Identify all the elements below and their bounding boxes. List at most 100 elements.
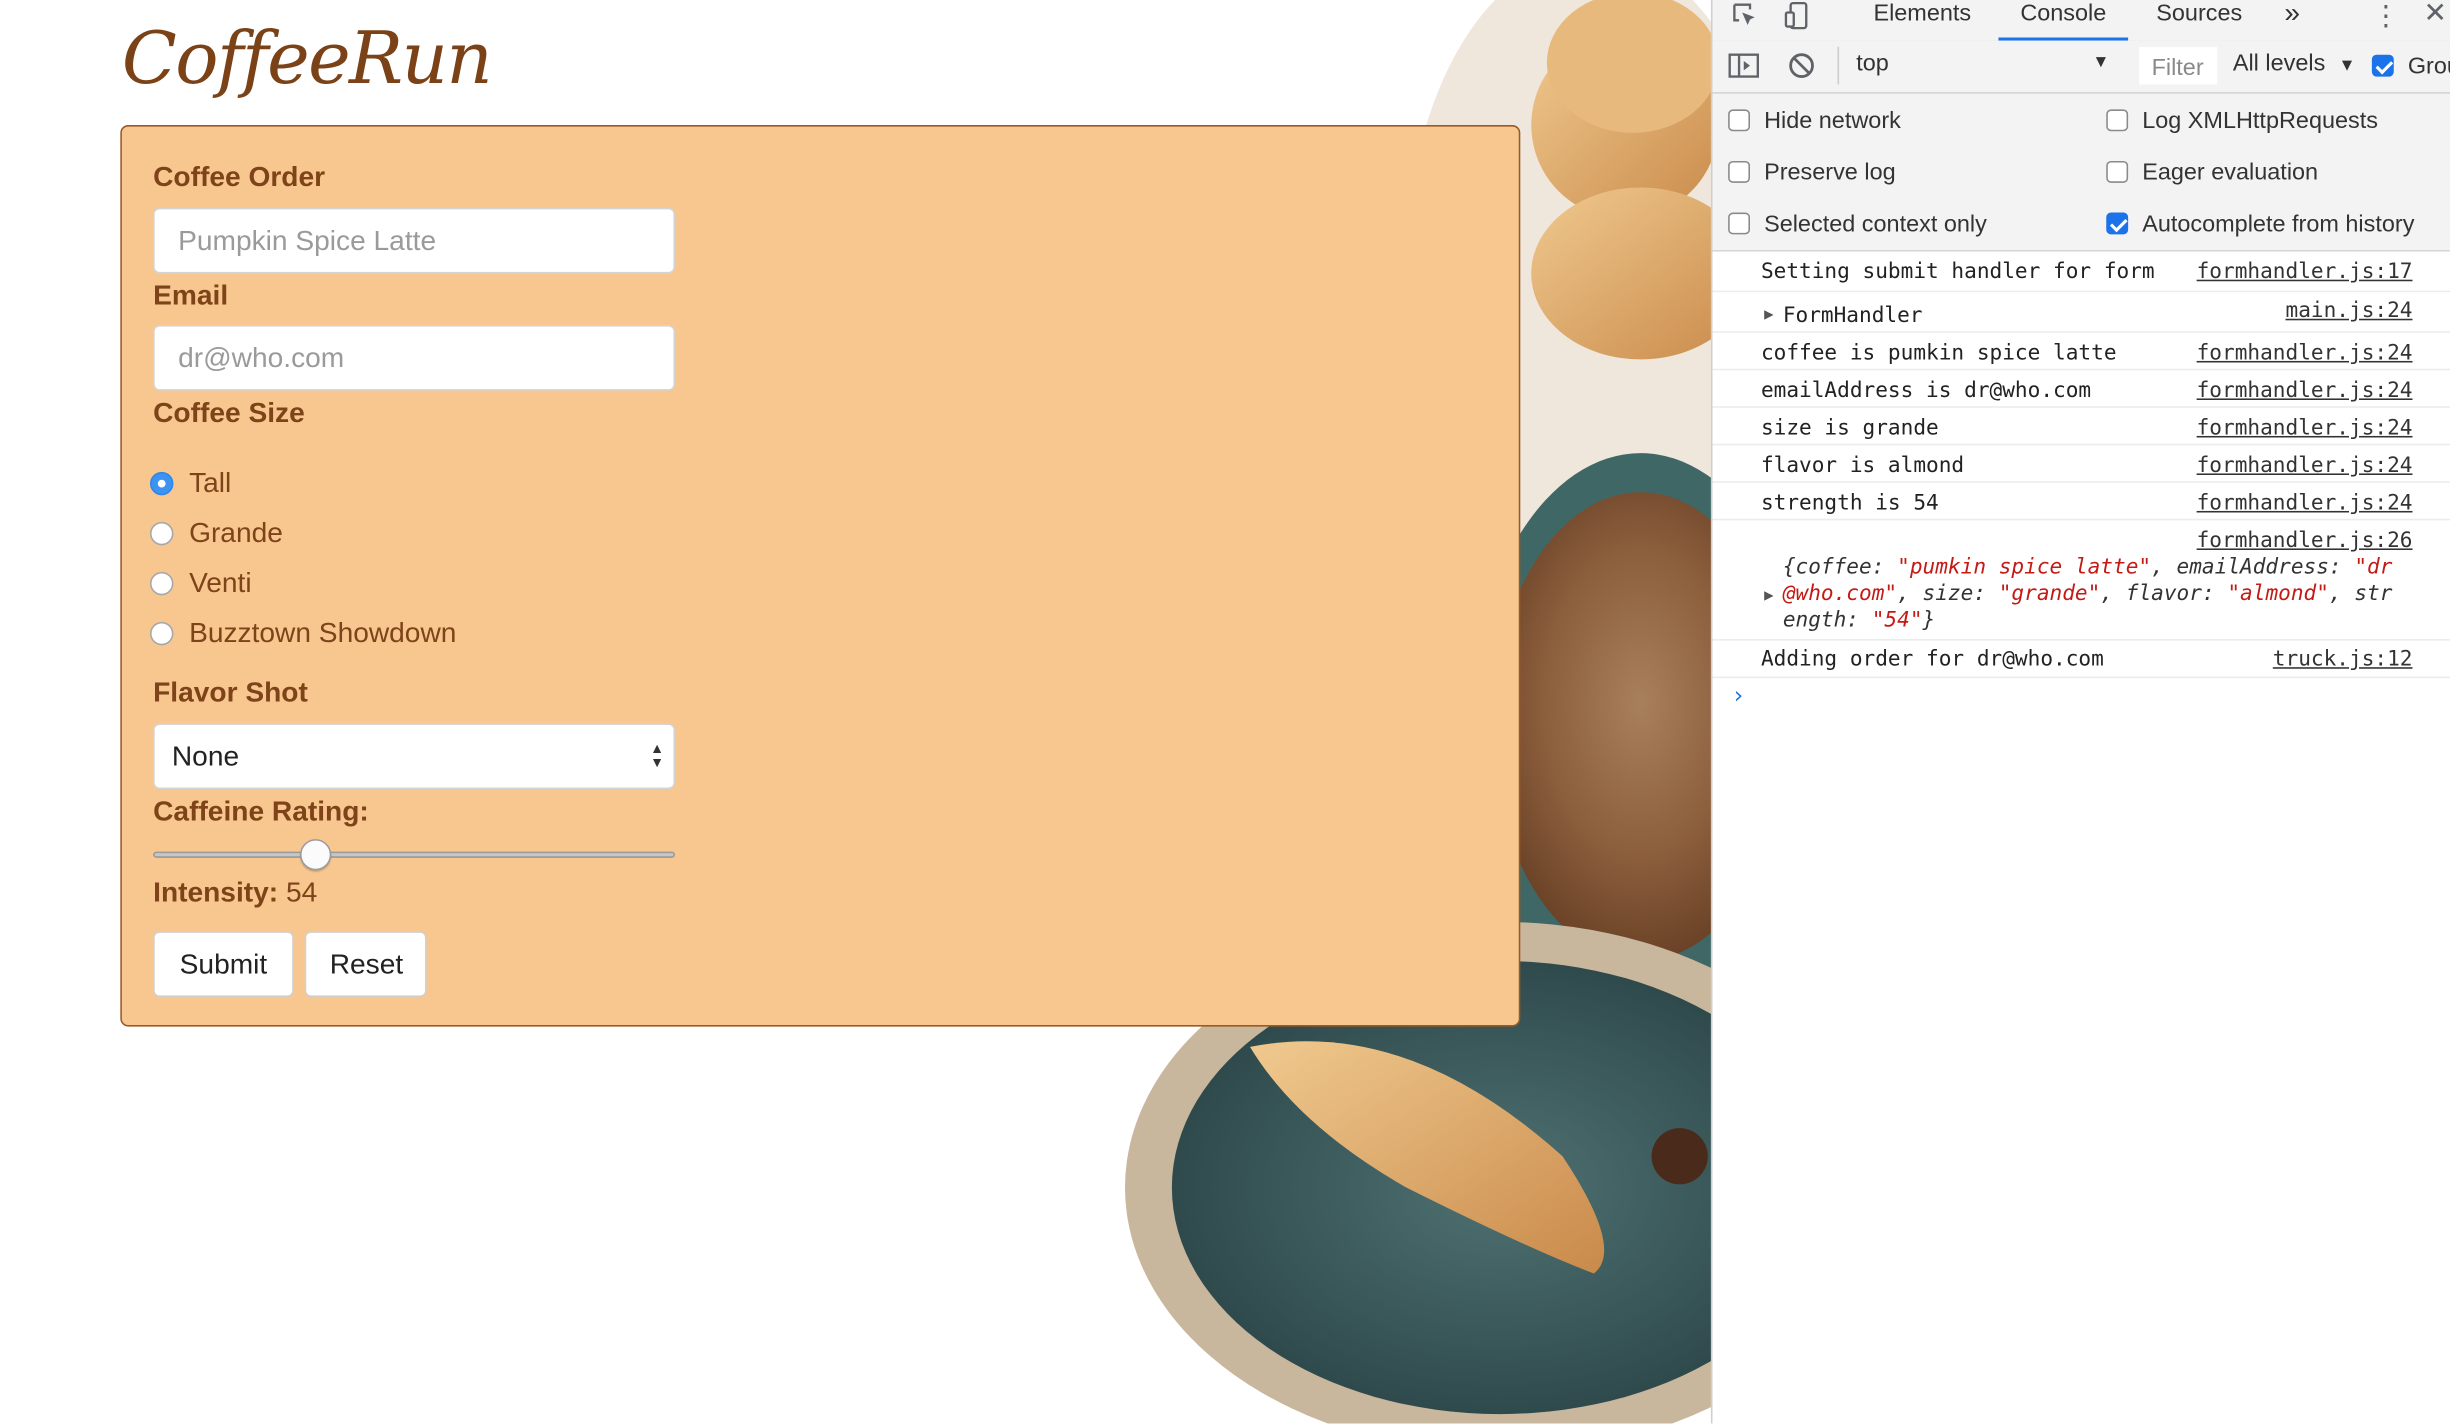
coffee-size-label: Coffee Size [153,396,305,429]
expand-triangle-icon[interactable]: ▶ [1764,306,1773,323]
radio-button[interactable] [150,571,174,595]
flavor-shot-select[interactable]: None ▲ ▼ [153,723,675,790]
size-option-venti[interactable]: Venti [150,564,252,602]
setting-autocomplete-history[interactable]: Autocomplete from history [2106,208,2414,239]
dropdown-arrow-icon: ▼ [2092,53,2110,72]
log-text: emailAddress is dr@who.com [1760,378,2092,404]
intensity-value: 54 [285,876,318,908]
tab-elements[interactable]: Elements [1873,0,1971,27]
group-similar-label: Grou [2407,52,2450,79]
device-toolbar-icon[interactable] [1783,1,1811,38]
checkbox[interactable] [1728,212,1750,235]
log-levels-dropdown[interactable]: All levels ▼ [2233,50,2356,78]
coffee-order-label: Coffee Order [153,160,326,193]
radio-button[interactable] [150,521,174,545]
console-message: Setting submit handler for form formhand… [1712,252,2450,293]
setting-hide-network[interactable]: Hide network [1728,105,1901,136]
size-option-grande[interactable]: Grande [150,514,283,552]
log-source-link[interactable]: formhandler.js:24 [2197,416,2413,441]
size-option-tall[interactable]: Tall [150,464,231,502]
checkbox[interactable] [1728,109,1750,132]
console-message: flavor is almond formhandler.js:24 [1712,444,2450,483]
log-text: flavor is almond [1760,453,1965,479]
checkbox[interactable] [2106,160,2129,183]
log-levels-value: All levels [2232,50,2326,77]
tab-console[interactable]: Console [1998,0,2129,41]
flavor-shot-value: None [171,740,240,772]
console-message-object: formhandler.js:26 {coffee: "pumkin spice… [1712,519,2450,641]
log-text: strength is 54 [1760,490,1939,516]
size-option-label: Venti [189,566,252,598]
setting-label: Log XMLHttpRequests [2142,107,2379,134]
log-text: Adding order for dr@who.com [1760,646,2104,672]
context-selector[interactable]: top ▼ [1856,50,2122,84]
setting-label: Hide network [1764,107,1901,134]
checkbox[interactable] [2106,109,2129,132]
setting-selected-context[interactable]: Selected context only [1728,208,1987,239]
log-source-link[interactable]: formhandler.js:24 [2197,341,2413,366]
expand-triangle-icon[interactable]: ▶ [1764,588,1773,605]
coffee-order-form: Coffee Order Email Coffee Size Tall Gran… [120,125,1521,1027]
console-message: size is grande formhandler.js:24 [1712,406,2450,446]
log-source-link[interactable]: formhandler.js:24 [2197,491,2413,516]
radio-button[interactable] [150,621,174,645]
size-option-label: Grande [189,516,283,548]
coffee-order-input[interactable] [153,207,675,274]
object-line-3: ength: "54"} [1782,607,1936,633]
email-input[interactable] [153,325,675,391]
console-toolbar: top ▼ Filter All levels ▼ Grou [1712,40,2450,94]
caffeine-slider-track[interactable] [153,851,675,858]
dropdown-arrow-icon: ▼ [2338,56,2356,75]
console-message: emailAddress is dr@who.com formhandler.j… [1712,369,2450,408]
submit-button[interactable]: Submit [153,931,294,997]
reset-button[interactable]: Reset [304,931,427,997]
devtools-panel: Elements Console Sources » ⋮ ✕ top ▼ Fil… [1710,0,2450,1424]
browser-viewport: CoffeeRun Coffee Order Email Coffee Size… [0,0,1711,1424]
devtools-tab-bar: Elements Console Sources » ⋮ ✕ [1712,0,2450,43]
app-title: CoffeeRun [121,15,493,100]
size-option-buzztown[interactable]: Buzztown Showdown [150,614,456,652]
close-icon[interactable]: ✕ [2423,0,2447,30]
toolbar-divider [1837,46,1840,85]
filter-placeholder: Filter [2151,54,2204,82]
kebab-menu-icon[interactable]: ⋮ [2372,0,2400,33]
checkbox[interactable] [2371,54,2394,77]
inspect-element-icon[interactable] [1731,2,1759,38]
email-label: Email [153,279,229,311]
log-text: coffee is pumkin spice latte [1760,340,2117,366]
setting-label: Autocomplete from history [2142,210,2415,237]
size-option-label: Buzztown Showdown [189,616,457,648]
setting-preserve-log[interactable]: Preserve log [1728,156,1896,187]
log-source-link[interactable]: truck.js:12 [2273,647,2413,672]
console-prompt-icon[interactable]: › [1731,681,1745,709]
setting-log-xhr[interactable]: Log XMLHttpRequests [2106,105,2378,136]
setting-label: Selected context only [1764,210,1987,237]
radio-button[interactable] [150,471,174,495]
setting-label: Eager evaluation [2142,158,2319,186]
intensity-label: Intensity: [153,876,279,908]
console-message: strength is 54 formhandler.js:24 [1712,481,2450,521]
filter-input[interactable]: Filter [2139,46,2218,85]
console-message: ▶ FormHandler main.js:24 [1712,291,2450,333]
log-text: Setting submit handler for form [1760,259,2155,285]
object-line-2: @who.com", size: "grande", flavor: "almo… [1782,581,2393,607]
group-similar-checkbox[interactable]: Grou [2371,50,2450,81]
clear-console-icon[interactable] [1788,52,1816,88]
intensity-readout: Intensity: 54 [153,877,317,910]
log-source-link[interactable]: main.js:24 [2285,298,2412,323]
tab-sources[interactable]: Sources [2156,0,2242,27]
log-source-link[interactable]: formhandler.js:17 [2197,259,2413,284]
caffeine-slider-thumb[interactable] [300,839,332,871]
log-source-link[interactable]: formhandler.js:26 [2197,528,2413,553]
sidebar-toggle-icon[interactable] [1728,52,1759,88]
checkbox[interactable] [1728,160,1750,183]
more-tabs-chevron-icon[interactable]: » [2284,0,2300,30]
setting-eager-evaluation[interactable]: Eager evaluation [2106,156,2318,187]
checkbox[interactable] [2106,212,2129,235]
log-source-link[interactable]: formhandler.js:24 [2197,453,2413,478]
setting-label: Preserve log [1764,158,1896,186]
object-line-1: {coffee: "pumkin spice latte", emailAddr… [1782,554,2393,580]
console-message: coffee is pumkin spice latte formhandler… [1712,331,2450,371]
caffeine-rating-label: Caffeine Rating: [153,795,369,827]
log-source-link[interactable]: formhandler.js:24 [2197,378,2413,403]
